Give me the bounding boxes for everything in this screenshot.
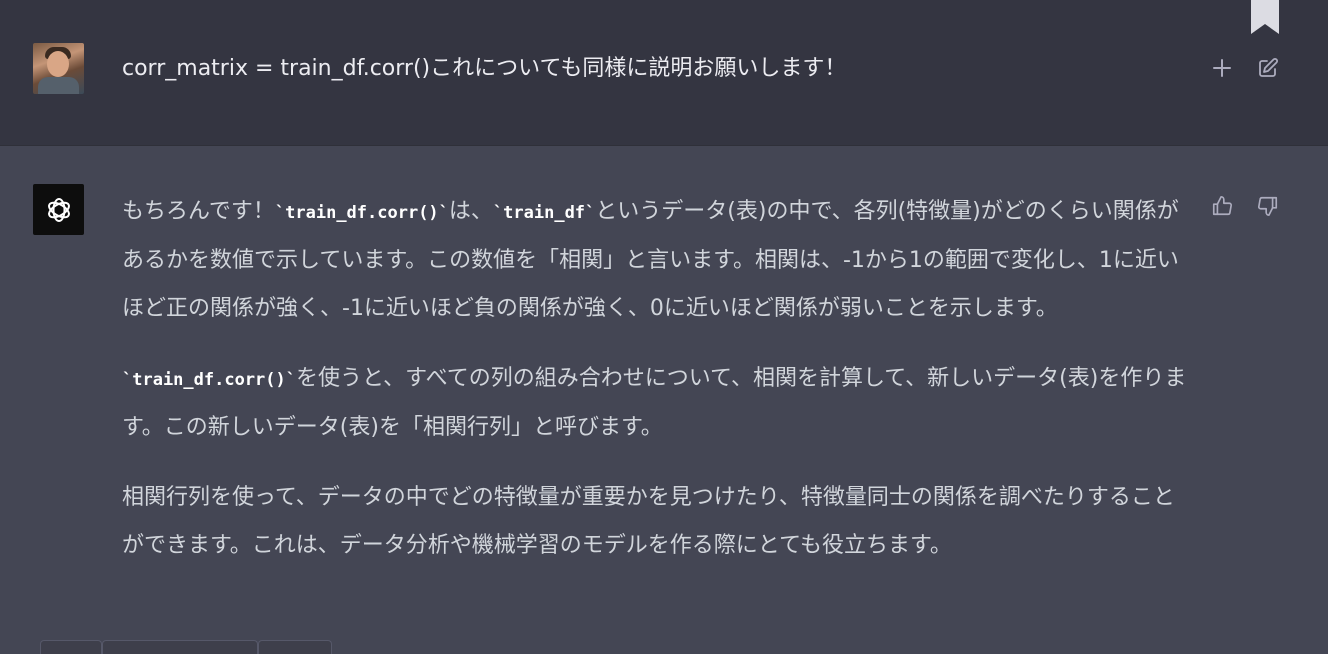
toolbar-tab[interactable] (102, 640, 258, 654)
answer-paragraph-3: 相関行列を使って、データの中でどの特徴量が重要かを見つけたり、特徴量同士の関係を… (122, 485, 1175, 558)
toolbar-tab[interactable] (40, 640, 102, 654)
thumbs-down-icon[interactable] (1254, 192, 1282, 220)
inline-code: `train_df.corr()` (122, 370, 296, 390)
inline-code: `train_df` (492, 203, 596, 223)
user-message-row: corr_matrix = train_df.corr()これについても同様に説… (0, 0, 1328, 146)
plus-icon[interactable] (1208, 54, 1236, 82)
assistant-message-text: もちろんです！`train_df.corr()`は、`train_df`というデ… (122, 188, 1192, 592)
user-message-text: corr_matrix = train_df.corr()これについても同様に説… (122, 56, 847, 81)
assistant-avatar (33, 184, 84, 235)
toolbar-tab[interactable] (258, 640, 332, 654)
bookmark-icon[interactable] (1249, 0, 1281, 34)
answer-paragraph-1: もちろんです！`train_df.corr()`は、`train_df`というデ… (122, 199, 1179, 321)
bottom-toolbar (40, 640, 332, 654)
user-avatar (33, 43, 84, 94)
openai-logo-icon (47, 197, 70, 222)
inline-code: `train_df.corr()` (274, 203, 449, 223)
answer-paragraph-2: `train_df.corr()`を使うと、すべての列の組み合わせについて、相関… (122, 366, 1187, 440)
edit-icon[interactable] (1254, 54, 1282, 82)
thumbs-up-icon[interactable] (1208, 192, 1236, 220)
